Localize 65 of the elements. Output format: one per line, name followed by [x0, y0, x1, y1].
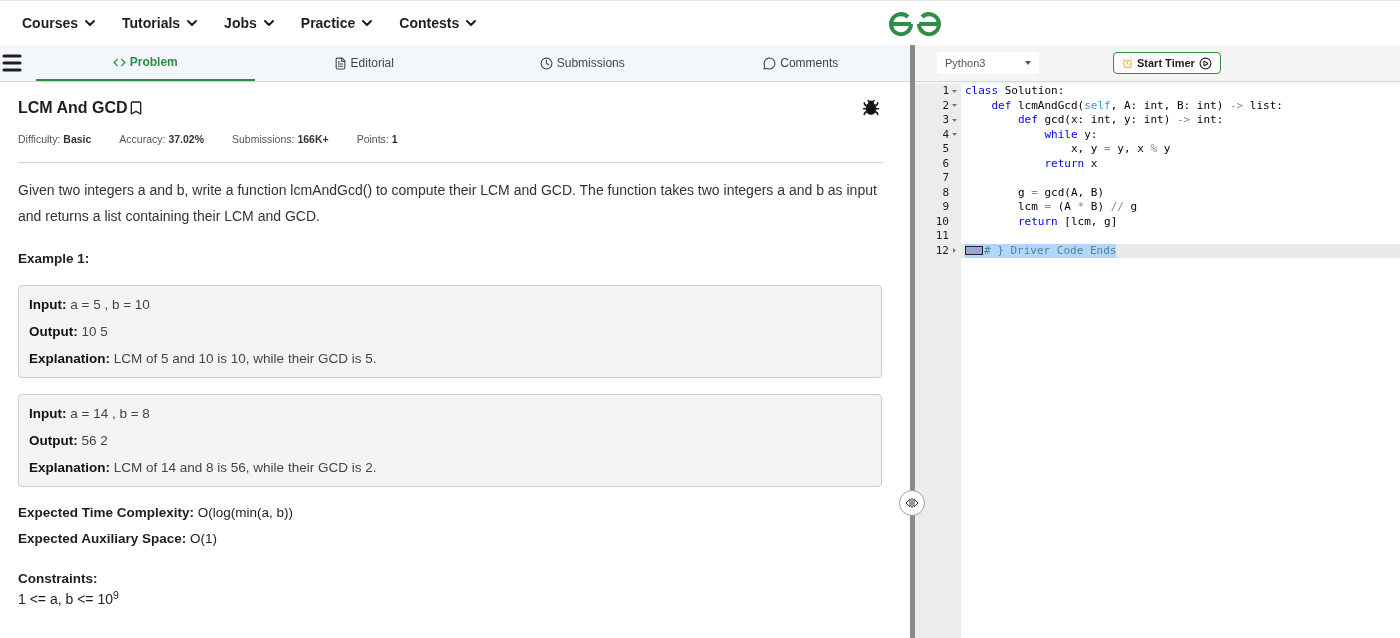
meta-text: Accuracy: 37.02% — [119, 132, 204, 147]
line-number: 7 — [942, 171, 949, 186]
folded-code-icon[interactable] — [965, 246, 983, 256]
code-line: lcm = (A * B) // g — [1016, 200, 1138, 213]
detail-line: Expected Time Complexity: O(log(min(a, b)) — [18, 504, 295, 522]
line-number: 11 — [935, 229, 949, 244]
line-number: 4 — [942, 127, 949, 142]
clock-icon — [539, 56, 553, 70]
caret-icon — [1025, 61, 1031, 65]
line-number: 3 — [942, 113, 949, 128]
tab[interactable]: Editorial — [254, 45, 473, 81]
nav-menu[interactable]: Jobs — [224, 12, 277, 34]
bug-icon[interactable] — [862, 99, 880, 117]
detail-line: Input: a = 5 , b = 10 — [29, 296, 151, 314]
description: Given two integers a and b, write a function lcmAndGcd() to compute their LCM and GCD. The function takes two integers a and b as input and returns a list containing their LCM and GCD. — [18, 180, 878, 226]
resize-handle[interactable] — [899, 490, 925, 516]
nav-menu[interactable]: Contests — [399, 12, 480, 34]
fold-caret-icon[interactable] — [951, 118, 957, 122]
detail-line: Output: 10 5 — [29, 323, 109, 341]
alarm-icon — [1122, 57, 1133, 69]
tab[interactable]: Submissions — [473, 45, 692, 81]
logo-icon — [887, 10, 943, 38]
detail-line: Input: a = 14 , b = 8 — [29, 405, 151, 423]
line-number: 12 — [935, 243, 949, 258]
line-number: 5 — [942, 142, 949, 157]
code-line: while y: — [1043, 127, 1098, 141]
problem-title: LCM And GCD — [18, 98, 128, 118]
line-number: 8 — [942, 185, 949, 200]
section-heading: Example 1: — [18, 249, 91, 268]
fold-caret-icon[interactable] — [951, 133, 957, 137]
tab[interactable]: Comments — [691, 45, 910, 81]
play-icon — [1198, 56, 1212, 70]
line-number: 10 — [935, 214, 949, 229]
fold-caret-icon[interactable] — [951, 89, 957, 93]
nav-menu[interactable]: Tutorials — [122, 12, 201, 34]
meta-text: Submissions: 166K+ — [232, 132, 329, 147]
line-number: 2 — [942, 98, 949, 113]
code-line: g = gcd(A, B) — [1016, 185, 1105, 199]
detail-line: Output: 56 2 — [29, 432, 109, 450]
tab[interactable]: Problem — [36, 45, 255, 81]
language-select[interactable]: Python3 — [937, 52, 1039, 74]
code-line: def lcmAndGcd(self, A: int, B: int) -> list: — [990, 98, 1283, 112]
constraint-text: 1 <= a, b <= 10$^{9}$ — [18, 589, 120, 610]
detail-line: Explanation: LCM of 5 and 10 is 10, while their GCD is 5. — [29, 350, 378, 368]
code-line: class Solution: — [965, 84, 1065, 97]
detail-line: Explanation: LCM of 14 and 8 is 56, while their GCD is 2. — [29, 459, 378, 477]
fold-caret-icon[interactable] — [952, 248, 956, 254]
speech-bubble-icon — [763, 56, 777, 70]
code-line: x, y = y, x % y — [1069, 142, 1171, 155]
line-number: 1 — [942, 84, 949, 99]
meta-text: Points: 1 — [356, 132, 398, 147]
code-line: def gcd(x: int, y: int) -> int: — [1016, 113, 1224, 126]
nav-menu[interactable]: Practice — [300, 12, 376, 34]
start-timer-button[interactable]: Start Timer — [1113, 52, 1221, 74]
line-number: 9 — [942, 200, 949, 215]
document-icon — [333, 56, 347, 70]
nav-menu[interactable]: Courses — [22, 12, 99, 34]
code-line: return x — [1043, 156, 1098, 170]
fold-caret-icon[interactable] — [951, 104, 957, 108]
meta-text: Difficulty: Basic — [18, 132, 92, 147]
resize-icon — [905, 498, 919, 508]
line-number: 6 — [942, 156, 949, 171]
section-heading: Constraints: — [18, 570, 99, 588]
code-line: return [lcm, g] — [1016, 214, 1118, 228]
detail-line: Expected Auxiliary Space: O(1) — [18, 530, 219, 548]
